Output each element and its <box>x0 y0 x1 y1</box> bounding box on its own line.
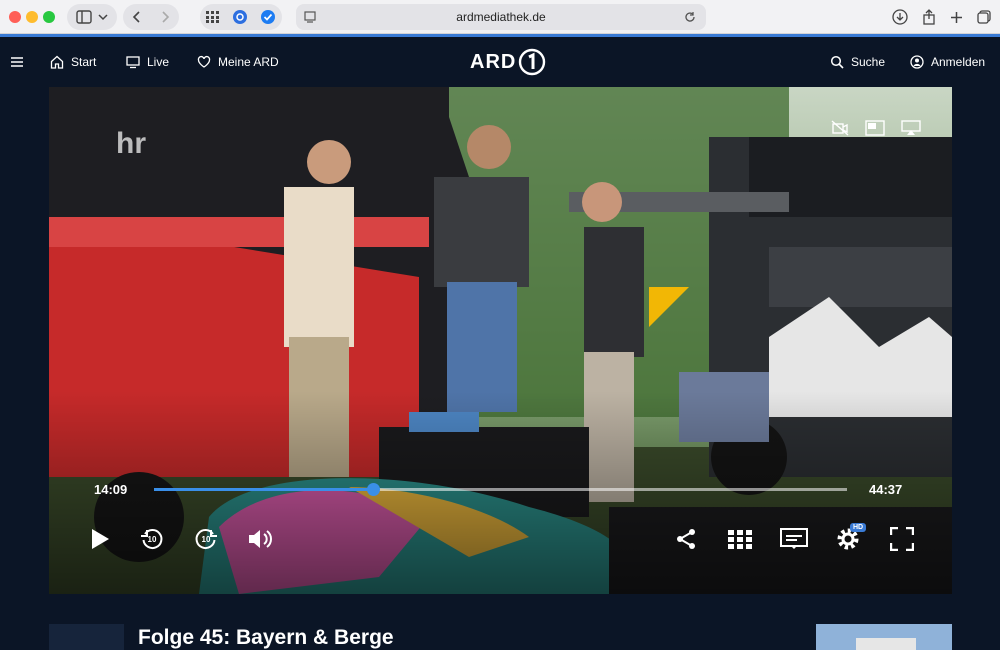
speaker-icon <box>249 530 272 548</box>
settings-button[interactable]: HD <box>833 523 867 554</box>
volume-button[interactable] <box>245 524 275 554</box>
camera-off-icon <box>831 120 849 136</box>
sidebar-icon <box>76 10 92 24</box>
fullscreen-button[interactable] <box>887 524 917 554</box>
episode-title: Folge 45: Bayern & Berge <box>138 626 394 649</box>
sidebar-toggle-button[interactable] <box>67 4 117 30</box>
history-nav <box>123 4 179 30</box>
channel-thumbnail[interactable] <box>49 624 124 650</box>
share-icon <box>677 529 695 549</box>
airplay-button[interactable] <box>900 117 922 139</box>
check-icon[interactable] <box>260 9 276 25</box>
extensions-group <box>200 4 282 30</box>
site-header: Start Live Meine ARD ARD Suche Anmelden <box>0 37 1000 87</box>
nav-search[interactable]: Suche <box>830 37 885 87</box>
search-icon <box>830 55 844 69</box>
download-icon[interactable] <box>891 9 908 25</box>
nav-meine-ard[interactable]: Meine ARD <box>197 37 279 87</box>
grid-icon[interactable] <box>206 11 220 23</box>
share-icon[interactable] <box>922 9 936 25</box>
zoom-window-button[interactable] <box>43 11 55 23</box>
related-thumbnail[interactable] <box>816 624 952 650</box>
nav-start[interactable]: Start <box>50 37 96 87</box>
share-video-button[interactable] <box>671 524 701 554</box>
related-thumbnail-van <box>856 638 916 650</box>
subtitles-button[interactable] <box>779 524 809 554</box>
user-icon <box>910 55 924 69</box>
subtitles-icon <box>780 528 808 549</box>
nav-start-label: Start <box>71 55 97 69</box>
forward-icon[interactable] <box>159 11 171 23</box>
current-time: 14:09 <box>94 482 128 497</box>
page-icon <box>304 11 316 23</box>
chevron-down-icon <box>98 14 108 21</box>
nav-search-label: Suche <box>851 55 886 69</box>
browser-toolbar: ardmediathek.de <box>0 0 1000 34</box>
new-tab-icon[interactable] <box>950 11 963 24</box>
skip-back-button[interactable]: 10 <box>137 524 167 554</box>
progress-handle[interactable] <box>366 483 380 496</box>
picture-in-picture-icon <box>865 120 885 136</box>
ard-one-icon <box>519 48 546 76</box>
tabs-overview-icon[interactable] <box>976 10 991 24</box>
nav-live-label: Live <box>147 55 170 69</box>
reload-icon[interactable] <box>684 11 696 23</box>
ard-logo[interactable]: ARD <box>470 48 546 76</box>
grid-menu-icon <box>728 530 752 549</box>
progress-track[interactable] <box>154 483 847 496</box>
skip-forward-button[interactable]: 10 <box>191 524 221 554</box>
progress-fill <box>154 488 373 491</box>
heart-icon <box>197 55 211 68</box>
url-text: ardmediathek.de <box>456 10 546 24</box>
play-icon <box>92 529 109 549</box>
play-button[interactable] <box>85 524 115 554</box>
skip-forward-label: 10 <box>201 535 211 544</box>
menu-button[interactable] <box>10 37 24 87</box>
back-icon[interactable] <box>131 11 143 23</box>
hd-badge: HD <box>850 523 867 532</box>
nav-login-label: Anmelden <box>931 55 986 69</box>
channel-watermark: hr <box>116 127 146 160</box>
episodes-button[interactable] <box>725 524 755 554</box>
nav-meine-ard-label: Meine ARD <box>218 55 279 69</box>
close-window-button[interactable] <box>9 11 21 23</box>
browser-actions <box>889 4 993 30</box>
pip-button[interactable] <box>864 117 886 139</box>
nav-login[interactable]: Anmelden <box>910 37 985 87</box>
home-icon <box>50 55 64 69</box>
video-frame <box>49 87 952 594</box>
nav-live[interactable]: Live <box>126 37 169 87</box>
address-bar[interactable]: ardmediathek.de <box>296 4 706 30</box>
fullscreen-icon <box>890 527 914 551</box>
duration: 44:37 <box>869 482 903 497</box>
logo-text: ARD <box>470 50 517 73</box>
video-player[interactable]: hr 14:09 44:37 10 10 HD <box>49 87 952 594</box>
airplay-icon <box>901 120 921 135</box>
tv-icon <box>126 56 140 69</box>
skip-back-label: 10 <box>147 535 157 544</box>
password-icon[interactable] <box>232 9 248 25</box>
mute-video-button[interactable] <box>829 117 851 139</box>
minimize-window-button[interactable] <box>26 11 38 23</box>
hamburger-icon <box>11 57 23 67</box>
